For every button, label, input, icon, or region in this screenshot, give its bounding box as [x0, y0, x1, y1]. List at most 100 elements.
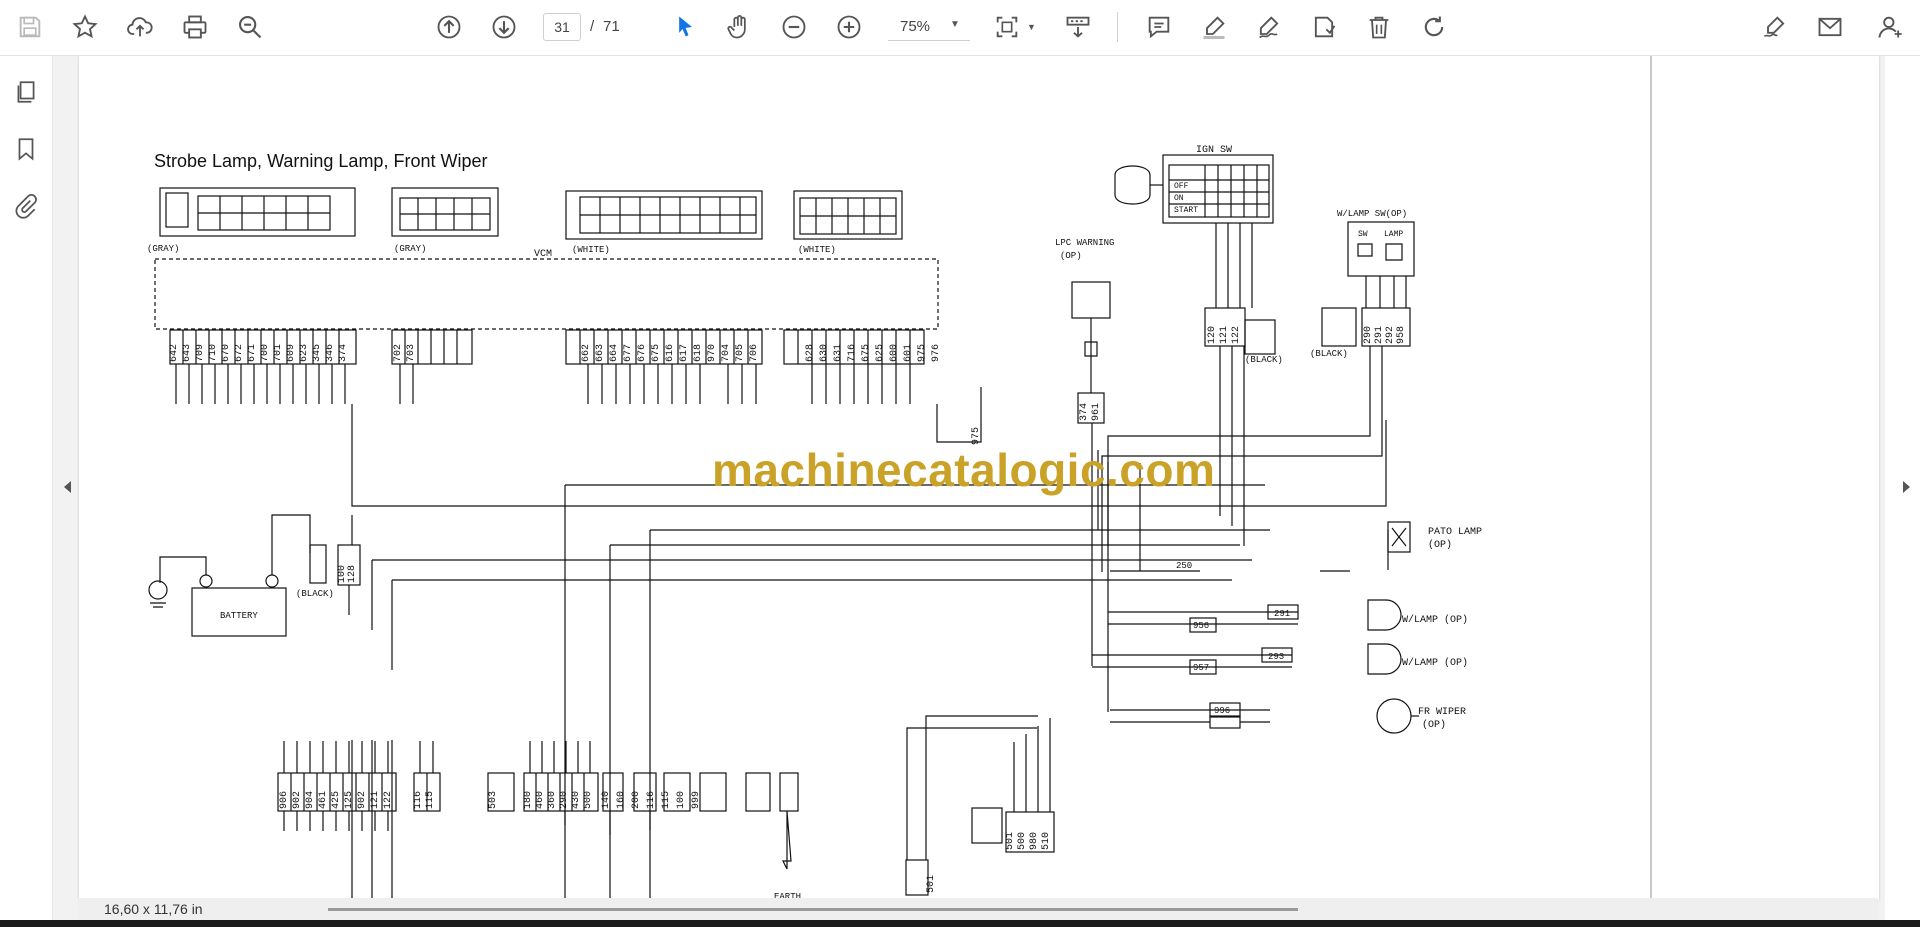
wire-number-group4: 716 [847, 344, 858, 362]
svg-text:OFF: OFF [1174, 182, 1189, 191]
svg-text:956: 956 [1193, 621, 1209, 631]
bottom-connector-11 [905, 859, 929, 896]
wire-number-group4: 631 [833, 344, 844, 362]
wire-number-group4: 600 [889, 344, 900, 362]
wire-number-bottom5: 160 [616, 791, 627, 809]
wire-number-group1: 710 [208, 344, 219, 362]
wire-number-bottom1: 902 [292, 791, 303, 809]
bottom-connector-10 [779, 772, 799, 812]
horizontal-scrollbar[interactable] [328, 908, 1298, 911]
wire-number-wlamp: 291 [1374, 326, 1385, 344]
wire-number-bottom1: 425 [331, 791, 342, 809]
label-white-2: (WHITE) [798, 245, 836, 255]
wire-number-group2: 702 [393, 344, 404, 362]
wire-number-group3: 970 [707, 344, 718, 362]
wire-number-group4: 975 [917, 344, 928, 362]
wire-number-bat: 128 [347, 565, 358, 583]
svg-text:SW: SW [1358, 230, 1368, 239]
connector-gray-2: (GRAY) [391, 187, 499, 254]
wire-number-bottom4: 500 [583, 791, 594, 809]
pin-group-4 [783, 329, 925, 404]
front-wiper-motor: FR WIPER (OP) [1376, 698, 1466, 734]
bottom-connector-8 [699, 772, 727, 812]
wire-number-group4: 628 [805, 344, 816, 362]
status-bar: 16,60 x 11,76 in [78, 898, 1878, 920]
wire-number-group1: 671 [247, 344, 258, 362]
wire-number-wlamp: 958 [1396, 326, 1407, 344]
wire-number-bottom6: 501 [1005, 832, 1016, 850]
svg-text:291: 291 [1274, 609, 1290, 619]
wire-number-wlamp: 290 [1363, 326, 1374, 344]
wire-number-group1: 672 [234, 344, 245, 362]
wire-number-bottom6: 500 [1017, 832, 1028, 850]
wire-number-group3: 617 [679, 344, 690, 362]
connector-white-1: (WHITE) [565, 190, 763, 255]
label-wlamp-sw: W/LAMP SW(OP) [1337, 209, 1407, 219]
taskbar-strip [0, 920, 1920, 927]
lpc-warning-lamp [1071, 281, 1111, 319]
wire-number-bottom4: 180 [523, 791, 534, 809]
label-ign-sw: IGN SW [1196, 145, 1232, 156]
svg-text:(OP): (OP) [1060, 251, 1082, 261]
wire-number-bottom5: 116 [646, 791, 657, 809]
wire-number-bottom1: 902 [357, 791, 368, 809]
wire-number-group3: 677 [623, 344, 634, 362]
wire-number-group3: 664 [609, 344, 620, 362]
svg-text:(OP): (OP) [1422, 719, 1446, 731]
wire-number-lpc: 374 [1079, 403, 1090, 421]
pin-group-1 [169, 329, 357, 404]
wire-number-group2: 703 [406, 344, 417, 362]
battery: BATTERY [148, 514, 311, 637]
vcm-box [154, 258, 939, 330]
wire-number-lpc: 961 [1091, 403, 1102, 421]
wire-number-group4: 675 [861, 344, 872, 362]
pin-group-3 [565, 329, 763, 404]
wire-number-bottom1: 125 [344, 791, 355, 809]
scrollbar-thumb[interactable] [328, 908, 1298, 911]
wire-number-group3: 663 [595, 344, 606, 362]
wire-number-bottom4: 430 [571, 791, 582, 809]
collapse-right-icon[interactable] [1902, 480, 1912, 494]
svg-text:ON: ON [1174, 194, 1184, 203]
svg-text:(BLACK): (BLACK) [1310, 349, 1348, 359]
wire-number-bottom1: 461 [318, 791, 329, 809]
wire-number-group1: 701 [273, 344, 284, 362]
wire-number-bottom1: 121 [370, 791, 381, 809]
collapse-left-icon[interactable] [62, 480, 72, 494]
ign-wires [1215, 223, 1253, 308]
wire-number-bottom1: 906 [279, 791, 290, 809]
wire-number-bottom5: 999 [691, 791, 702, 809]
wire-number-group3: 704 [721, 344, 732, 362]
label-gray-2: (GRAY) [394, 244, 426, 254]
wire-number-group1: 609 [286, 344, 297, 362]
bottom-connector-12 [971, 807, 1003, 844]
wire-number-bottom2: 115 [425, 791, 436, 809]
ignition-switch: IGN SW OFF ON START [1114, 145, 1274, 224]
label-lpc-warning: LPC WARNING [1055, 238, 1114, 248]
label-pato-lamp: PATO LAMP [1428, 527, 1482, 538]
wire-number-bottom4: 460 [535, 791, 546, 809]
wire-number-bottom2: 116 [413, 791, 424, 809]
wire-number-bottom6: 980 [1029, 832, 1040, 850]
wire-number-ign: 121 [1219, 326, 1230, 344]
bottom-connector-9 [745, 772, 771, 812]
pato-lamp: PATO LAMP (OP) [1387, 521, 1482, 553]
wire-number-group4: 630 [819, 344, 830, 362]
bottom-connector-1 [277, 741, 397, 831]
label-fr-wiper: FR WIPER [1418, 707, 1466, 718]
work-lamp-1: W/LAMP (OP) [1367, 599, 1468, 631]
connector-white-2: (WHITE) [793, 190, 903, 255]
ign-connector-black [1244, 319, 1276, 355]
wire-number-bottom4: 360 [547, 791, 558, 809]
wire-number-group1: 643 [182, 344, 193, 362]
battery-connector [309, 544, 327, 584]
wire-number-bottom6: 510 [1041, 832, 1052, 850]
svg-text:(OP): (OP) [1428, 539, 1452, 551]
wire-number-group3: 705 [735, 344, 746, 362]
wire-number-group1: 709 [195, 344, 206, 362]
wire-number-bottom5: 115 [661, 791, 672, 809]
wire-number-bottom1: 904 [305, 791, 316, 809]
wire-number-group1: 346 [325, 344, 336, 362]
wire-number-group3: 662 [581, 344, 592, 362]
wire-number-group3: 618 [693, 344, 704, 362]
